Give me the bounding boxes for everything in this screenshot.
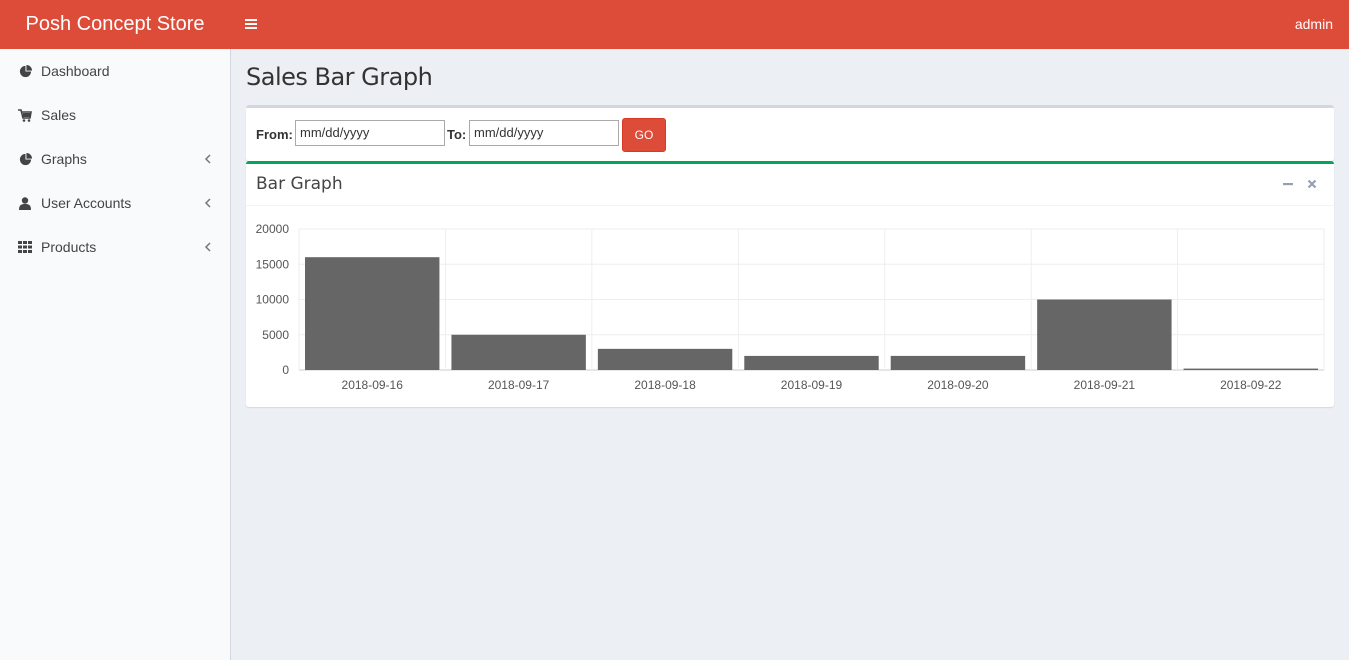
bar-chart: 0 5000 10000 15000 20000 2018-09-16 2018-09-17… xyxy=(256,222,1325,392)
cart-icon xyxy=(18,108,32,122)
x-tick-label: 2018-09-19 xyxy=(781,378,843,392)
bar xyxy=(451,334,586,370)
bar-graph-box: Bar Graph 0 5000 10000 15000 20000 2018-09-16… xyxy=(246,161,1334,407)
sidebar: Dashboard Sales Graphs User Accounts Pro… xyxy=(0,49,231,660)
y-tick-label: 15000 xyxy=(256,257,290,271)
x-tick-label: 2018-09-16 xyxy=(342,378,404,392)
to-label: To: xyxy=(447,127,467,142)
brand-logo[interactable]: Posh Concept Store xyxy=(0,0,230,49)
y-tick-label: 5000 xyxy=(262,328,289,342)
sidebar-item-products[interactable]: Products xyxy=(0,225,230,269)
sidebar-item-dashboard[interactable]: Dashboard xyxy=(0,49,230,93)
sidebar-item-label: Products xyxy=(41,239,97,255)
x-tick-label: 2018-09-20 xyxy=(927,378,989,392)
bar xyxy=(305,257,440,370)
to-date-input[interactable]: mm/dd/yyyy xyxy=(469,120,619,146)
pie-chart-icon xyxy=(18,152,32,166)
date-filter-box: From: mm/dd/yyyy To: mm/dd/yyyy GO xyxy=(246,105,1334,161)
bar xyxy=(597,348,733,370)
x-tick-label: 2018-09-18 xyxy=(634,378,696,392)
from-date-input[interactable]: mm/dd/yyyy xyxy=(295,120,445,146)
sidebar-item-user-accounts[interactable]: User Accounts xyxy=(0,181,230,225)
chevron-left-icon xyxy=(204,152,212,166)
sidebar-item-label: Graphs xyxy=(41,151,87,167)
y-tick-label: 10000 xyxy=(256,293,290,307)
page-title: Sales Bar Graph xyxy=(246,63,433,91)
x-tick-label: 2018-09-17 xyxy=(488,378,550,392)
close-icon[interactable] xyxy=(1304,176,1320,192)
grid-icon xyxy=(18,240,32,254)
sidebar-item-label: User Accounts xyxy=(41,195,132,211)
bar xyxy=(890,355,1026,370)
sidebar-item-graphs[interactable]: Graphs xyxy=(0,137,230,181)
x-tick-label: 2018-09-22 xyxy=(1220,378,1282,392)
box-header: Bar Graph xyxy=(246,164,1334,206)
bar xyxy=(1037,299,1172,370)
from-label: From: xyxy=(256,127,293,142)
bar xyxy=(744,355,879,370)
bar xyxy=(1183,368,1318,370)
x-tick-label: 2018-09-21 xyxy=(1074,378,1136,392)
chevron-left-icon xyxy=(204,240,212,254)
sidebar-item-label: Dashboard xyxy=(41,63,110,79)
sidebar-toggle-icon[interactable] xyxy=(240,12,264,36)
main-content: Sales Bar Graph From: mm/dd/yyyy To: mm/… xyxy=(231,49,1349,660)
minimize-icon[interactable] xyxy=(1280,176,1296,192)
y-tick-label: 0 xyxy=(282,363,289,377)
y-tick-label: 20000 xyxy=(256,222,290,236)
user-icon xyxy=(18,196,32,210)
pie-chart-icon xyxy=(18,64,32,78)
sidebar-item-label: Sales xyxy=(41,107,77,123)
box-title: Bar Graph xyxy=(256,174,343,194)
go-button[interactable]: GO xyxy=(622,118,666,152)
top-navbar: Posh Concept Store admin xyxy=(0,0,1349,49)
sidebar-item-sales[interactable]: Sales xyxy=(0,93,230,137)
chevron-left-icon xyxy=(204,196,212,210)
user-menu[interactable]: admin xyxy=(1295,0,1333,49)
